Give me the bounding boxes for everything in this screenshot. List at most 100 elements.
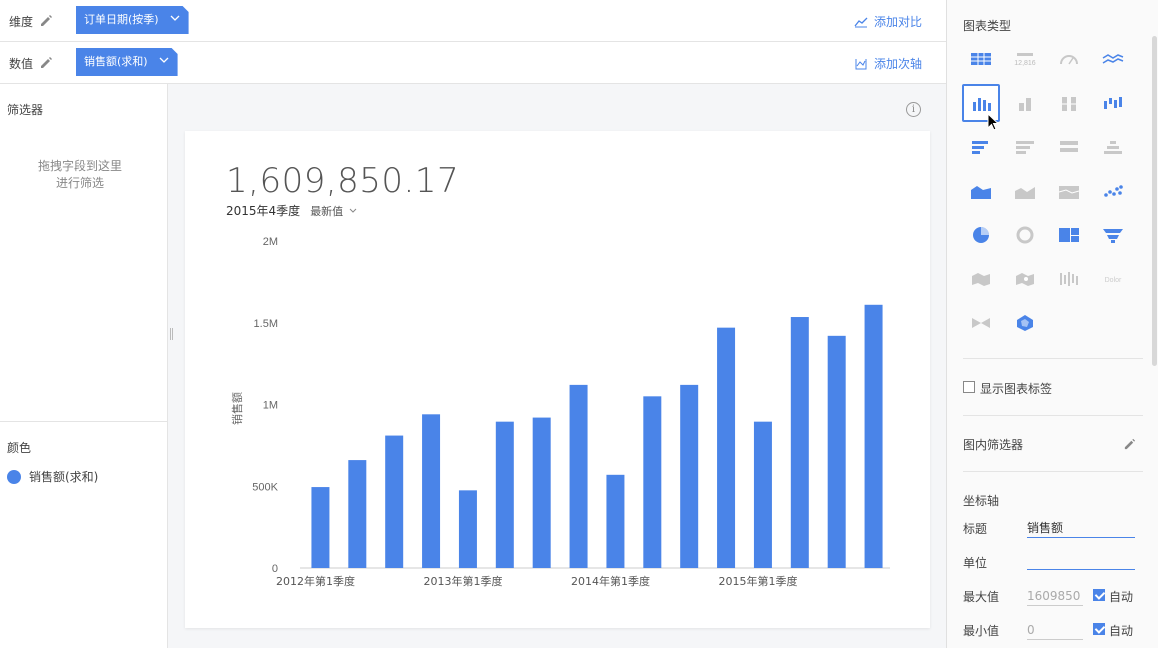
settings-scrollbar[interactable] <box>1152 36 1157 366</box>
show-labels-checkbox[interactable] <box>963 381 975 393</box>
chart-type-title: 图表类型 <box>963 19 1012 33</box>
bar-2013Q2[interactable] <box>495 421 514 568</box>
measure-pill[interactable]: 销售额(求和) <box>76 48 178 76</box>
info-icon[interactable]: i <box>906 102 921 117</box>
bar-2012Q4[interactable] <box>422 414 441 568</box>
line-chart-icon[interactable] <box>1094 40 1132 78</box>
dimension-pill-label: 订单日期(按季) <box>84 13 159 26</box>
axis-max-label: 最大值 <box>963 590 1000 604</box>
axis-unit-label: 单位 <box>963 556 988 570</box>
bar-2014Q3[interactable] <box>680 384 699 568</box>
horizontal-bar-icon[interactable] <box>962 128 1000 166</box>
dimension-row: 维度 订单日期(按季) 添加对比 <box>0 0 946 42</box>
add-secondary-axis-label: 添加次轴 <box>873 57 922 71</box>
treemap-icon[interactable] <box>1050 216 1088 254</box>
map-icon[interactable] <box>962 260 1000 298</box>
flow-map-icon[interactable] <box>962 304 1000 342</box>
bar-2015Q1[interactable] <box>753 421 772 568</box>
axis-max-auto-label: 自动 <box>1109 590 1134 604</box>
chevron-down-icon[interactable] <box>159 48 169 76</box>
axis-unit-input[interactable] <box>1027 550 1135 570</box>
filter-drop-zone[interactable]: 拖拽字段到这里 进行筛选 <box>0 158 160 192</box>
gauge-icon[interactable] <box>1050 40 1088 78</box>
horizontal-stacked-icon[interactable] <box>1006 128 1044 166</box>
bar-2013Q4[interactable] <box>569 384 588 568</box>
pie-chart-icon[interactable] <box>962 216 1000 254</box>
edit-inner-filter-icon[interactable] <box>1123 437 1136 450</box>
color-item-label: 销售额(求和) <box>29 470 99 484</box>
dimension-pill[interactable]: 订单日期(按季) <box>76 6 189 34</box>
x-tick-label: 2014年第1季度 <box>571 574 650 588</box>
axis-title: 坐标轴 <box>963 494 1000 508</box>
color-swatch <box>7 469 21 484</box>
bar-2014Q4[interactable] <box>717 327 736 568</box>
bubble-map-icon[interactable] <box>1006 260 1044 298</box>
left-panel: 筛选器 拖拽字段到这里 进行筛选 颜色 销售额(求和) <box>0 84 168 648</box>
y-tick-label: 500K <box>252 481 278 493</box>
edit-measure-icon[interactable] <box>39 55 53 69</box>
percent-area-icon[interactable] <box>1050 172 1088 210</box>
stacked-bar-icon[interactable] <box>1006 84 1044 122</box>
grouped-bar-icon[interactable] <box>1050 84 1088 122</box>
word-cloud-icon[interactable]: Dolor <box>1094 260 1132 298</box>
area-chart-icon[interactable] <box>962 172 1000 210</box>
y-tick-label: 1.5M <box>254 318 278 330</box>
svg-text:12,816: 12,816 <box>1014 60 1036 67</box>
resize-handle[interactable] <box>170 328 173 340</box>
divider <box>963 415 1143 416</box>
inner-filter-title: 图内筛选器 <box>963 438 1024 452</box>
dimension-label: 维度 <box>9 15 34 29</box>
bar-2014Q2[interactable] <box>643 396 662 568</box>
x-tick-label: 2012年第1季度 <box>276 574 355 588</box>
bar-2015Q2[interactable] <box>790 317 809 568</box>
bar-2013Q3[interactable] <box>532 417 551 568</box>
horizontal-grouped-icon[interactable] <box>1050 128 1088 166</box>
bar-2015Q4[interactable] <box>864 304 883 568</box>
bar-2012Q3[interactable] <box>385 435 404 568</box>
settings-panel: 图表类型 12,816Dolor 显示图表标签 图内筛选器 坐标轴 标题 单位 … <box>946 0 1158 648</box>
color-legend-item[interactable]: 销售额(求和) <box>7 468 98 485</box>
add-secondary-axis-button[interactable]: 添加次轴 <box>854 55 922 72</box>
measure-row: 数值 销售额(求和) 添加次轴 <box>0 42 946 84</box>
pyramid-icon[interactable] <box>1094 128 1132 166</box>
kpi-number-icon[interactable]: 12,816 <box>1006 40 1044 78</box>
add-compare-button[interactable]: 添加对比 <box>854 13 922 30</box>
divider <box>0 421 168 422</box>
main-area: 维度 订单日期(按季) 添加对比 数值 销售额(求和) 添加次轴 筛选器 拖拽字… <box>0 0 946 648</box>
ring-chart-icon[interactable] <box>1006 216 1044 254</box>
axis-max-input[interactable] <box>1027 586 1083 606</box>
mouse-cursor-icon <box>987 113 1000 131</box>
table-icon[interactable] <box>962 40 1000 78</box>
waterfall-icon[interactable] <box>1094 84 1132 122</box>
bar-2015Q3[interactable] <box>827 335 846 568</box>
compare-icon <box>854 17 868 27</box>
y-axis-label: 销售额 <box>230 392 244 425</box>
axis-max-auto-checkbox[interactable] <box>1093 589 1105 601</box>
stacked-area-icon[interactable] <box>1006 172 1044 210</box>
measure-pill-label: 销售额(求和) <box>84 55 148 68</box>
stock-chart-icon[interactable] <box>1050 260 1088 298</box>
bar-2012Q2[interactable] <box>348 460 367 568</box>
divider <box>963 471 1143 472</box>
axis-title-input[interactable] <box>1027 518 1135 538</box>
axis-min-input[interactable] <box>1027 620 1083 640</box>
chevron-down-icon[interactable] <box>170 6 180 34</box>
filter-title: 筛选器 <box>7 103 44 117</box>
y-tick-label: 2M <box>263 236 278 248</box>
bar-chart: 0 500K 1M 1.5M 2M 销售额 2012年第1季度 2013年第1季度 2014年第… <box>230 236 890 588</box>
bar-2013Q1[interactable] <box>458 490 477 568</box>
radar-icon[interactable] <box>1006 304 1044 342</box>
edit-dimension-icon[interactable] <box>39 13 53 27</box>
axis-title-label: 标题 <box>963 522 988 536</box>
add-compare-label: 添加对比 <box>873 15 922 29</box>
axis-min-auto-label: 自动 <box>1109 624 1134 638</box>
x-tick-label: 2013年第1季度 <box>424 574 503 588</box>
scatter-icon[interactable] <box>1094 172 1132 210</box>
axis-min-auto-checkbox[interactable] <box>1093 623 1105 635</box>
bar-2014Q1[interactable] <box>606 474 625 568</box>
funnel-icon[interactable] <box>1094 216 1132 254</box>
chart-card: 1,609,850.17 2015年4季度 最新值 0 500K 1M 1.5M 2M 销… <box>185 131 930 628</box>
axis-min-label: 最小值 <box>963 624 1000 638</box>
bar-2012Q1[interactable] <box>311 487 330 568</box>
y-tick-label: 1M <box>263 400 278 412</box>
